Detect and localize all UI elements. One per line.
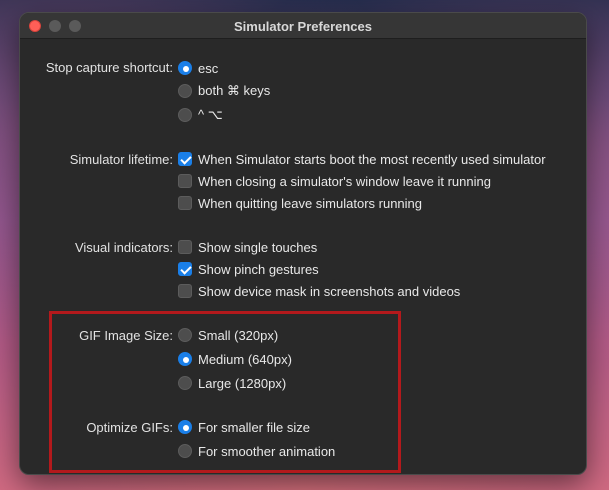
annotation-highlight-box (49, 311, 401, 473)
option-label: When Simulator starts boot the most rece… (198, 151, 546, 167)
lifetime-leave-running-on-quit[interactable]: When quitting leave simulators running (178, 194, 422, 212)
lifetime-leave-running-on-close[interactable]: When closing a simulator's window leave … (178, 172, 491, 190)
radio-button[interactable] (178, 84, 192, 98)
checkbox[interactable] (178, 240, 192, 254)
checkbox[interactable] (178, 174, 192, 188)
capture-option-esc[interactable]: esc (178, 59, 218, 77)
option-label: When closing a simulator's window leave … (198, 173, 491, 189)
title-bar: Simulator Preferences (20, 13, 586, 39)
option-label: both ⌘ keys (198, 83, 271, 98)
option-label: esc (198, 60, 219, 76)
capture-option-both-cmd[interactable]: both ⌘ keys (178, 82, 270, 100)
simulator-lifetime-label: Simulator lifetime: (69, 152, 173, 167)
lifetime-boot-recent[interactable]: When Simulator starts boot the most rece… (178, 150, 546, 168)
option-label: Show device mask in screenshots and vide… (198, 283, 461, 299)
window-title: Simulator Preferences (233, 19, 372, 34)
radio-button[interactable] (178, 61, 192, 75)
stop-capture-label: Stop capture shortcut: (45, 60, 173, 75)
option-label: ^ ⌥ (198, 107, 223, 122)
capture-option-ctrl-opt[interactable]: ^ ⌥ (178, 106, 223, 124)
option-label: Show pinch gestures (198, 261, 319, 277)
checkbox[interactable] (178, 284, 192, 298)
indicator-pinch-gestures[interactable]: Show pinch gestures (178, 260, 319, 278)
visual-indicators-label: Visual indicators: (74, 240, 173, 255)
radio-button[interactable] (178, 108, 192, 122)
checkbox[interactable] (178, 262, 192, 276)
checkbox[interactable] (178, 196, 192, 210)
option-label: When quitting leave simulators running (198, 195, 423, 211)
indicator-single-touches[interactable]: Show single touches (178, 238, 317, 256)
option-label: Show single touches (198, 239, 318, 255)
checkbox[interactable] (178, 152, 192, 166)
indicator-device-mask[interactable]: Show device mask in screenshots and vide… (178, 282, 460, 300)
